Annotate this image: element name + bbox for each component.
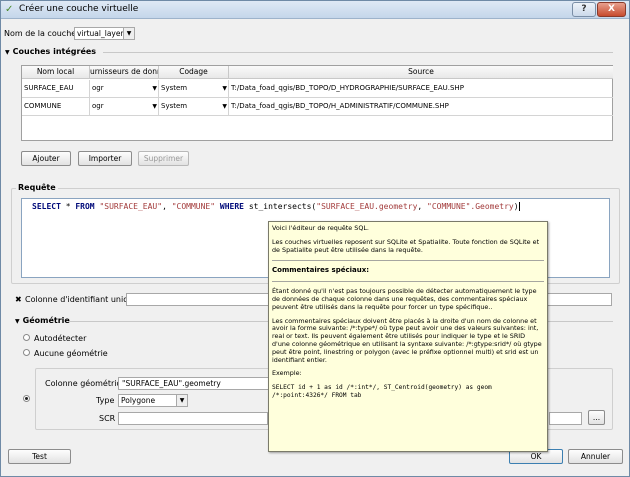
- delete-layer-button[interactable]: Supprimer: [138, 151, 189, 166]
- help-button[interactable]: ?: [572, 2, 596, 17]
- tooltip-heading: Commentaires spéciaux:: [272, 266, 370, 275]
- qgis-app-icon: ✓: [5, 4, 14, 15]
- chevron-down-icon: ▼: [152, 103, 157, 110]
- tooltip-spatialite-note: Les couches virtuelles reposent sur SQLi…: [272, 237, 540, 254]
- section-divider: [103, 52, 613, 53]
- window-title: Créer une couche virtuelle: [19, 4, 139, 14]
- uid-label: Colonne d'identifiant unique: [25, 295, 139, 304]
- cell-encoding[interactable]: System ▼: [159, 80, 229, 98]
- tooltip-divider: [272, 260, 544, 262]
- embedded-layers-table[interactable]: Nom local urnisseurs de donne Codage Sou…: [21, 65, 613, 141]
- tooltip-type-detection: Étant donné qu'il n'est pas toujours pos…: [272, 287, 537, 311]
- geometry-column-input[interactable]: "SURFACE_EAU".geometry: [118, 377, 278, 390]
- chevron-down-icon: ▼: [152, 85, 157, 92]
- manual-geometry-radio[interactable]: [23, 395, 30, 402]
- chevron-down-icon: ▼: [123, 28, 134, 39]
- tooltip-example-label: Exemple:: [272, 369, 302, 378]
- chevron-down-icon: ▼: [176, 395, 187, 406]
- add-layer-button[interactable]: Ajouter: [21, 151, 71, 166]
- test-button[interactable]: Test: [8, 449, 71, 464]
- autodetect-radio[interactable]: [23, 334, 30, 341]
- layer-name-label: Nom de la couche: [4, 29, 77, 38]
- srid-label: SCR: [99, 414, 116, 423]
- layer-name-value: virtual_layer: [77, 29, 124, 38]
- text-cursor: [518, 202, 520, 211]
- title-bar: ✓ Créer une couche virtuelle ? X: [1, 1, 629, 19]
- sql-editor-tooltip: Voici l'éditeur de requête SQL. Les couc…: [268, 221, 548, 452]
- autodetect-label: Autodétecter: [34, 334, 87, 343]
- tooltip-intro: Voici l'éditeur de requête SQL.: [272, 224, 369, 232]
- tooltip-example-code: SELECT id + 1 as id /*:int*/, ST_Centroi…: [272, 384, 492, 399]
- cell-local-name[interactable]: SURFACE_EAU: [22, 80, 90, 98]
- no-geometry-radio[interactable]: [23, 349, 30, 356]
- layer-name-combo[interactable]: virtual_layer ▼: [74, 27, 135, 40]
- column-header-encoding[interactable]: Codage: [159, 66, 229, 79]
- cell-encoding[interactable]: System ▼: [159, 98, 229, 116]
- collapse-caret-icon: ▼: [15, 318, 20, 325]
- column-header-provider[interactable]: urnisseurs de donne: [90, 66, 159, 79]
- column-header-local-name[interactable]: Nom local: [22, 66, 90, 79]
- cancel-button[interactable]: Annuler: [568, 449, 623, 464]
- sql-text: SELECT * FROM "SURFACE_EAU", "COMMUNE" W…: [32, 202, 520, 211]
- chevron-down-icon: ▼: [222, 103, 227, 110]
- chevron-down-icon: ▼: [222, 85, 227, 92]
- srid-select-button[interactable]: ...: [588, 410, 605, 425]
- geometry-type-combo[interactable]: Polygone ▼: [118, 394, 188, 407]
- import-layer-button[interactable]: Importer: [78, 151, 132, 166]
- embedded-layers-header[interactable]: ▼ Couches intégrées: [5, 47, 96, 56]
- cell-provider[interactable]: ogr ▼: [90, 80, 159, 98]
- close-button[interactable]: X: [597, 2, 626, 17]
- query-header: Requête: [16, 183, 58, 192]
- virtual-layer-dialog: ✓ Créer une couche virtuelle ? X Nom de …: [0, 0, 630, 477]
- no-geometry-label: Aucune géométrie: [34, 349, 108, 358]
- cell-source[interactable]: T:/Data_foad_qgis/BD_TOPO/H_ADMINISTRATI…: [229, 98, 613, 116]
- cell-local-name[interactable]: COMMUNE: [22, 98, 90, 116]
- geometry-header[interactable]: ▼ Géométrie: [15, 316, 70, 325]
- cell-source[interactable]: T:/Data_foad_qgis/BD_TOPO/D_HYDROGRAPHIE…: [229, 80, 613, 98]
- collapse-caret-icon: ▼: [5, 49, 10, 56]
- srid-input[interactable]: [118, 412, 268, 425]
- geometry-type-label: Type: [96, 396, 115, 405]
- tooltip-divider: [272, 281, 544, 283]
- srid-input-tail[interactable]: [549, 412, 582, 425]
- uid-checkbox[interactable]: ✖: [15, 295, 22, 304]
- column-header-source[interactable]: Source: [229, 66, 613, 79]
- tooltip-special-comments: Les commentaires spéciaux doivent être p…: [272, 316, 542, 364]
- cell-provider[interactable]: ogr ▼: [90, 98, 159, 116]
